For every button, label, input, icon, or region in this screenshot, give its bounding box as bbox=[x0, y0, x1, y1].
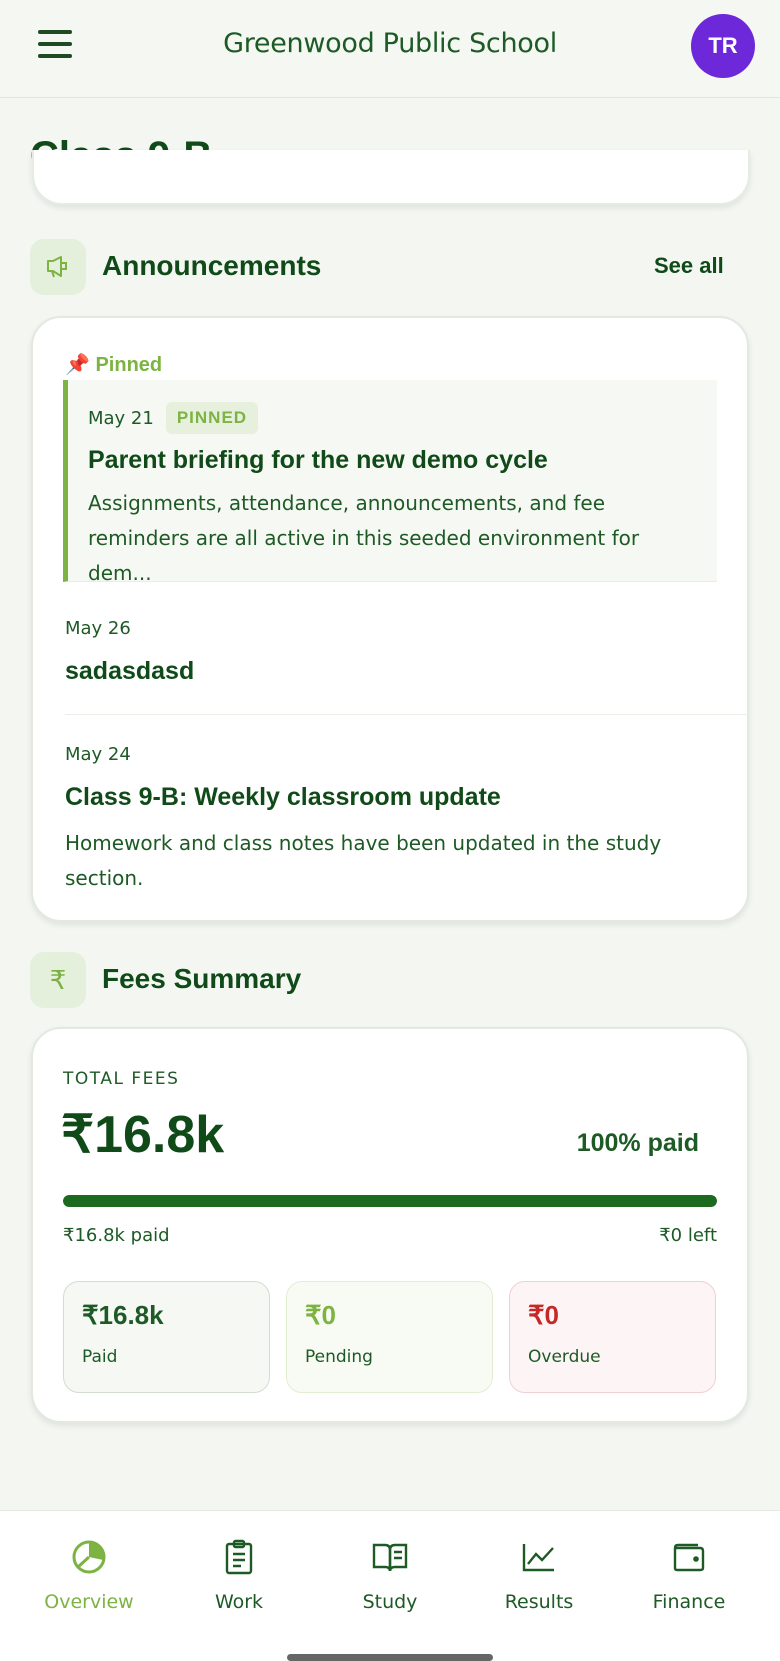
announcement-body: Assignments, attendance, announcements, … bbox=[88, 491, 640, 585]
announcement-date: May 21 bbox=[88, 407, 154, 429]
fees-heading: Fees Summary bbox=[102, 963, 302, 994]
announcements-heading: Announcements bbox=[102, 250, 322, 281]
nav-finance[interactable]: Finance bbox=[614, 1537, 764, 1613]
announcement-title: sadasdasd bbox=[65, 657, 195, 685]
nav-label: Results bbox=[504, 1591, 574, 1613]
previous-card-edge bbox=[32, 150, 750, 205]
pending-value: ₹0 bbox=[305, 1300, 337, 1330]
line-chart-icon bbox=[464, 1537, 614, 1577]
nav-label: Overview bbox=[44, 1591, 134, 1613]
fees-progress-bar bbox=[63, 1195, 717, 1207]
fees-card: TOTAL FEES ₹16.8k 100% paid ₹16.8k paid … bbox=[31, 1027, 749, 1423]
nav-work[interactable]: Work bbox=[164, 1537, 314, 1613]
announcement-item[interactable]: May 26 sadasdasd bbox=[65, 618, 751, 686]
nav-label: Work bbox=[214, 1591, 264, 1613]
pinned-badge: PINNED bbox=[165, 402, 259, 434]
pie-chart-icon bbox=[14, 1537, 164, 1577]
announcement-title: Parent briefing for the new demo cycle bbox=[88, 446, 548, 474]
overdue-value: ₹0 bbox=[528, 1300, 560, 1330]
announcement-body: Homework and class notes have been updat… bbox=[65, 831, 662, 890]
overdue-stat[interactable]: ₹0 Overdue bbox=[509, 1281, 716, 1393]
pending-stat[interactable]: ₹0 Pending bbox=[286, 1281, 493, 1393]
announcement-title: Class 9-B: Weekly classroom update bbox=[65, 783, 501, 811]
rupee-icon: ₹ bbox=[30, 952, 86, 1008]
overdue-label: Overdue bbox=[528, 1347, 601, 1367]
announcement-date: May 26 bbox=[65, 618, 131, 639]
pinned-label: 📌 Pinned bbox=[65, 354, 163, 376]
clipboard-icon bbox=[164, 1537, 314, 1577]
paid-value: ₹16.8k bbox=[82, 1300, 164, 1330]
paid-amount: ₹16.8k paid bbox=[63, 1225, 170, 1246]
percent-paid: 100% paid bbox=[576, 1129, 699, 1157]
pinned-announcement[interactable]: May 21 PINNED Parent briefing for the ne… bbox=[63, 380, 717, 585]
divider bbox=[65, 714, 751, 715]
nav-overview[interactable]: Overview bbox=[14, 1537, 164, 1613]
nav-results[interactable]: Results bbox=[464, 1537, 614, 1613]
nav-study[interactable]: Study bbox=[315, 1537, 465, 1613]
app-title: Greenwood Public School bbox=[223, 28, 557, 59]
wallet-icon bbox=[614, 1537, 764, 1577]
pending-label: Pending bbox=[305, 1347, 373, 1367]
paid-label: Paid bbox=[82, 1347, 118, 1367]
app-bar: Greenwood Public School TR bbox=[0, 0, 780, 98]
nav-label: Study bbox=[362, 1591, 418, 1613]
left-amount: ₹0 left bbox=[659, 1225, 717, 1246]
bottom-nav: Overview Work Study Results Finance bbox=[0, 1510, 780, 1661]
see-all-link[interactable]: See all bbox=[654, 253, 724, 279]
megaphone-icon bbox=[30, 239, 86, 295]
paid-stat[interactable]: ₹16.8k Paid bbox=[63, 1281, 270, 1393]
announcement-date: May 24 bbox=[65, 744, 131, 765]
avatar[interactable]: TR bbox=[691, 14, 755, 78]
total-fees-value: ₹16.8k bbox=[61, 1106, 225, 1164]
book-icon bbox=[315, 1537, 465, 1577]
fees-progress-fill bbox=[63, 1195, 717, 1207]
nav-label: Finance bbox=[652, 1591, 726, 1613]
announcement-item[interactable]: May 24 Class 9-B: Weekly classroom updat… bbox=[65, 744, 751, 896]
announcements-card: 📌 Pinned May 21 PINNED Parent briefing f… bbox=[31, 316, 751, 922]
home-indicator[interactable] bbox=[287, 1654, 493, 1661]
total-fees-label: TOTAL FEES bbox=[63, 1069, 180, 1089]
